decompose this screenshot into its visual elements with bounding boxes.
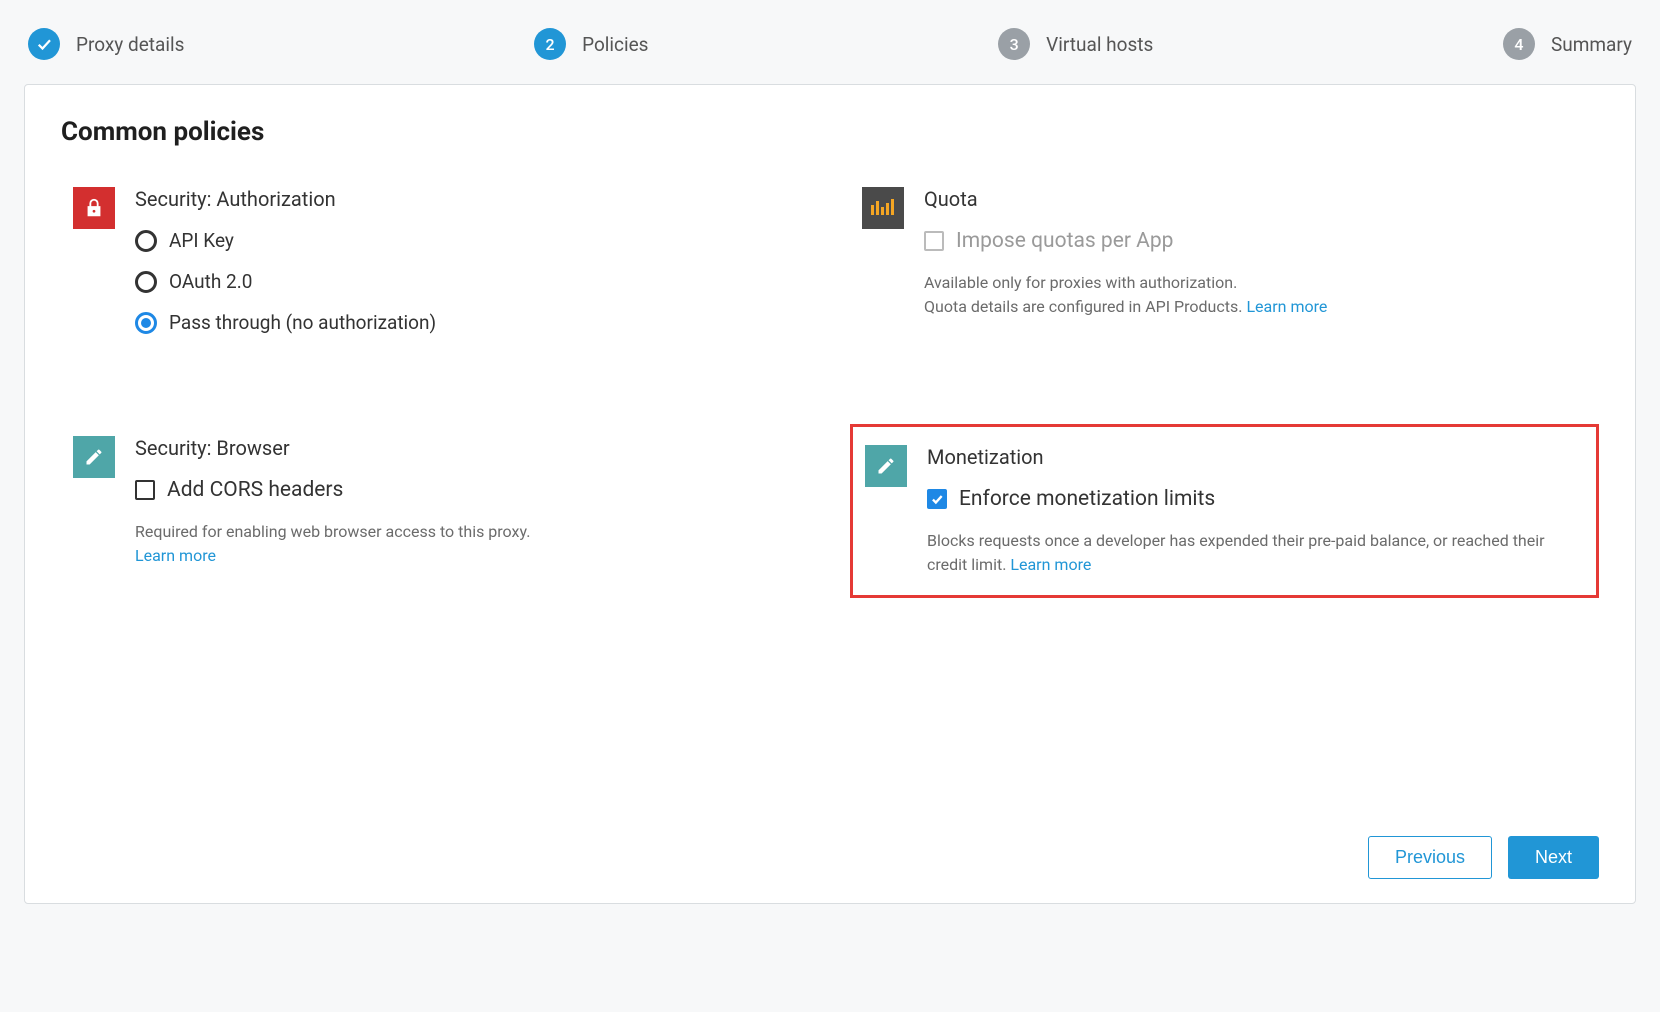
option-label: Add CORS headers (167, 478, 343, 502)
radio-pass-through[interactable]: Pass through (no authorization) (135, 311, 798, 334)
checkbox-icon-checked (927, 489, 947, 509)
step-badge-active: 2 (534, 28, 566, 60)
option-label: Enforce monetization limits (959, 487, 1215, 511)
wizard-stepper: Proxy details 2 Policies 3 Virtual hosts… (24, 20, 1636, 84)
learn-more-link[interactable]: Learn more (135, 546, 216, 565)
step-policies[interactable]: 2 Policies (534, 28, 648, 60)
checkbox-cors[interactable]: Add CORS headers (135, 478, 798, 502)
step-badge-done (28, 28, 60, 60)
learn-more-link[interactable]: Learn more (1010, 555, 1091, 574)
cors-help-text: Required for enabling web browser access… (135, 520, 798, 568)
lock-icon (73, 187, 115, 229)
step-badge-pending: 4 (1503, 28, 1535, 60)
step-label: Proxy details (76, 33, 184, 56)
option-label: API Key (169, 229, 234, 252)
radio-oauth[interactable]: OAuth 2.0 (135, 270, 798, 293)
radio-api-key[interactable]: API Key (135, 229, 798, 252)
checkbox-icon-disabled (924, 231, 944, 251)
step-badge-pending: 3 (998, 28, 1030, 60)
monetization-block: Monetization Enforce monetization limits… (850, 424, 1599, 598)
learn-more-link[interactable]: Learn more (1246, 297, 1327, 316)
monetization-title: Monetization (927, 445, 1584, 469)
security-browser-block: Security: Browser Add CORS headers Requi… (61, 424, 810, 598)
step-virtual-hosts[interactable]: 3 Virtual hosts (998, 28, 1153, 60)
radio-icon-selected (135, 312, 157, 334)
step-label: Virtual hosts (1046, 33, 1153, 56)
pencil-icon (865, 445, 907, 487)
step-summary[interactable]: 4 Summary (1503, 28, 1632, 60)
wizard-footer: Previous Next (61, 806, 1599, 879)
page-title: Common policies (61, 117, 1599, 147)
step-label: Policies (582, 33, 648, 56)
bars-icon (862, 187, 904, 229)
checkbox-impose-quotas: Impose quotas per App (924, 229, 1587, 253)
radio-icon (135, 230, 157, 252)
checkbox-icon (135, 480, 155, 500)
quota-title: Quota (924, 187, 1587, 211)
option-label: Impose quotas per App (956, 229, 1173, 253)
check-icon (35, 35, 53, 53)
monetization-help-text: Blocks requests once a developer has exp… (927, 529, 1584, 577)
policies-card: Common policies Security: Authorization … (24, 84, 1636, 904)
previous-button[interactable]: Previous (1368, 836, 1492, 879)
next-button[interactable]: Next (1508, 836, 1599, 879)
quota-help-text: Available only for proxies with authoriz… (924, 271, 1587, 319)
pencil-icon (73, 436, 115, 478)
security-authorization-block: Security: Authorization API Key OAuth 2.… (61, 175, 810, 364)
security-browser-title: Security: Browser (135, 436, 798, 460)
quota-block: Quota Impose quotas per App Available on… (850, 175, 1599, 364)
step-proxy-details[interactable]: Proxy details (28, 28, 184, 60)
option-label: OAuth 2.0 (169, 270, 252, 293)
step-label: Summary (1551, 33, 1632, 56)
option-label: Pass through (no authorization) (169, 311, 436, 334)
checkbox-monetization-limits[interactable]: Enforce monetization limits (927, 487, 1584, 511)
security-auth-title: Security: Authorization (135, 187, 798, 211)
radio-icon (135, 271, 157, 293)
